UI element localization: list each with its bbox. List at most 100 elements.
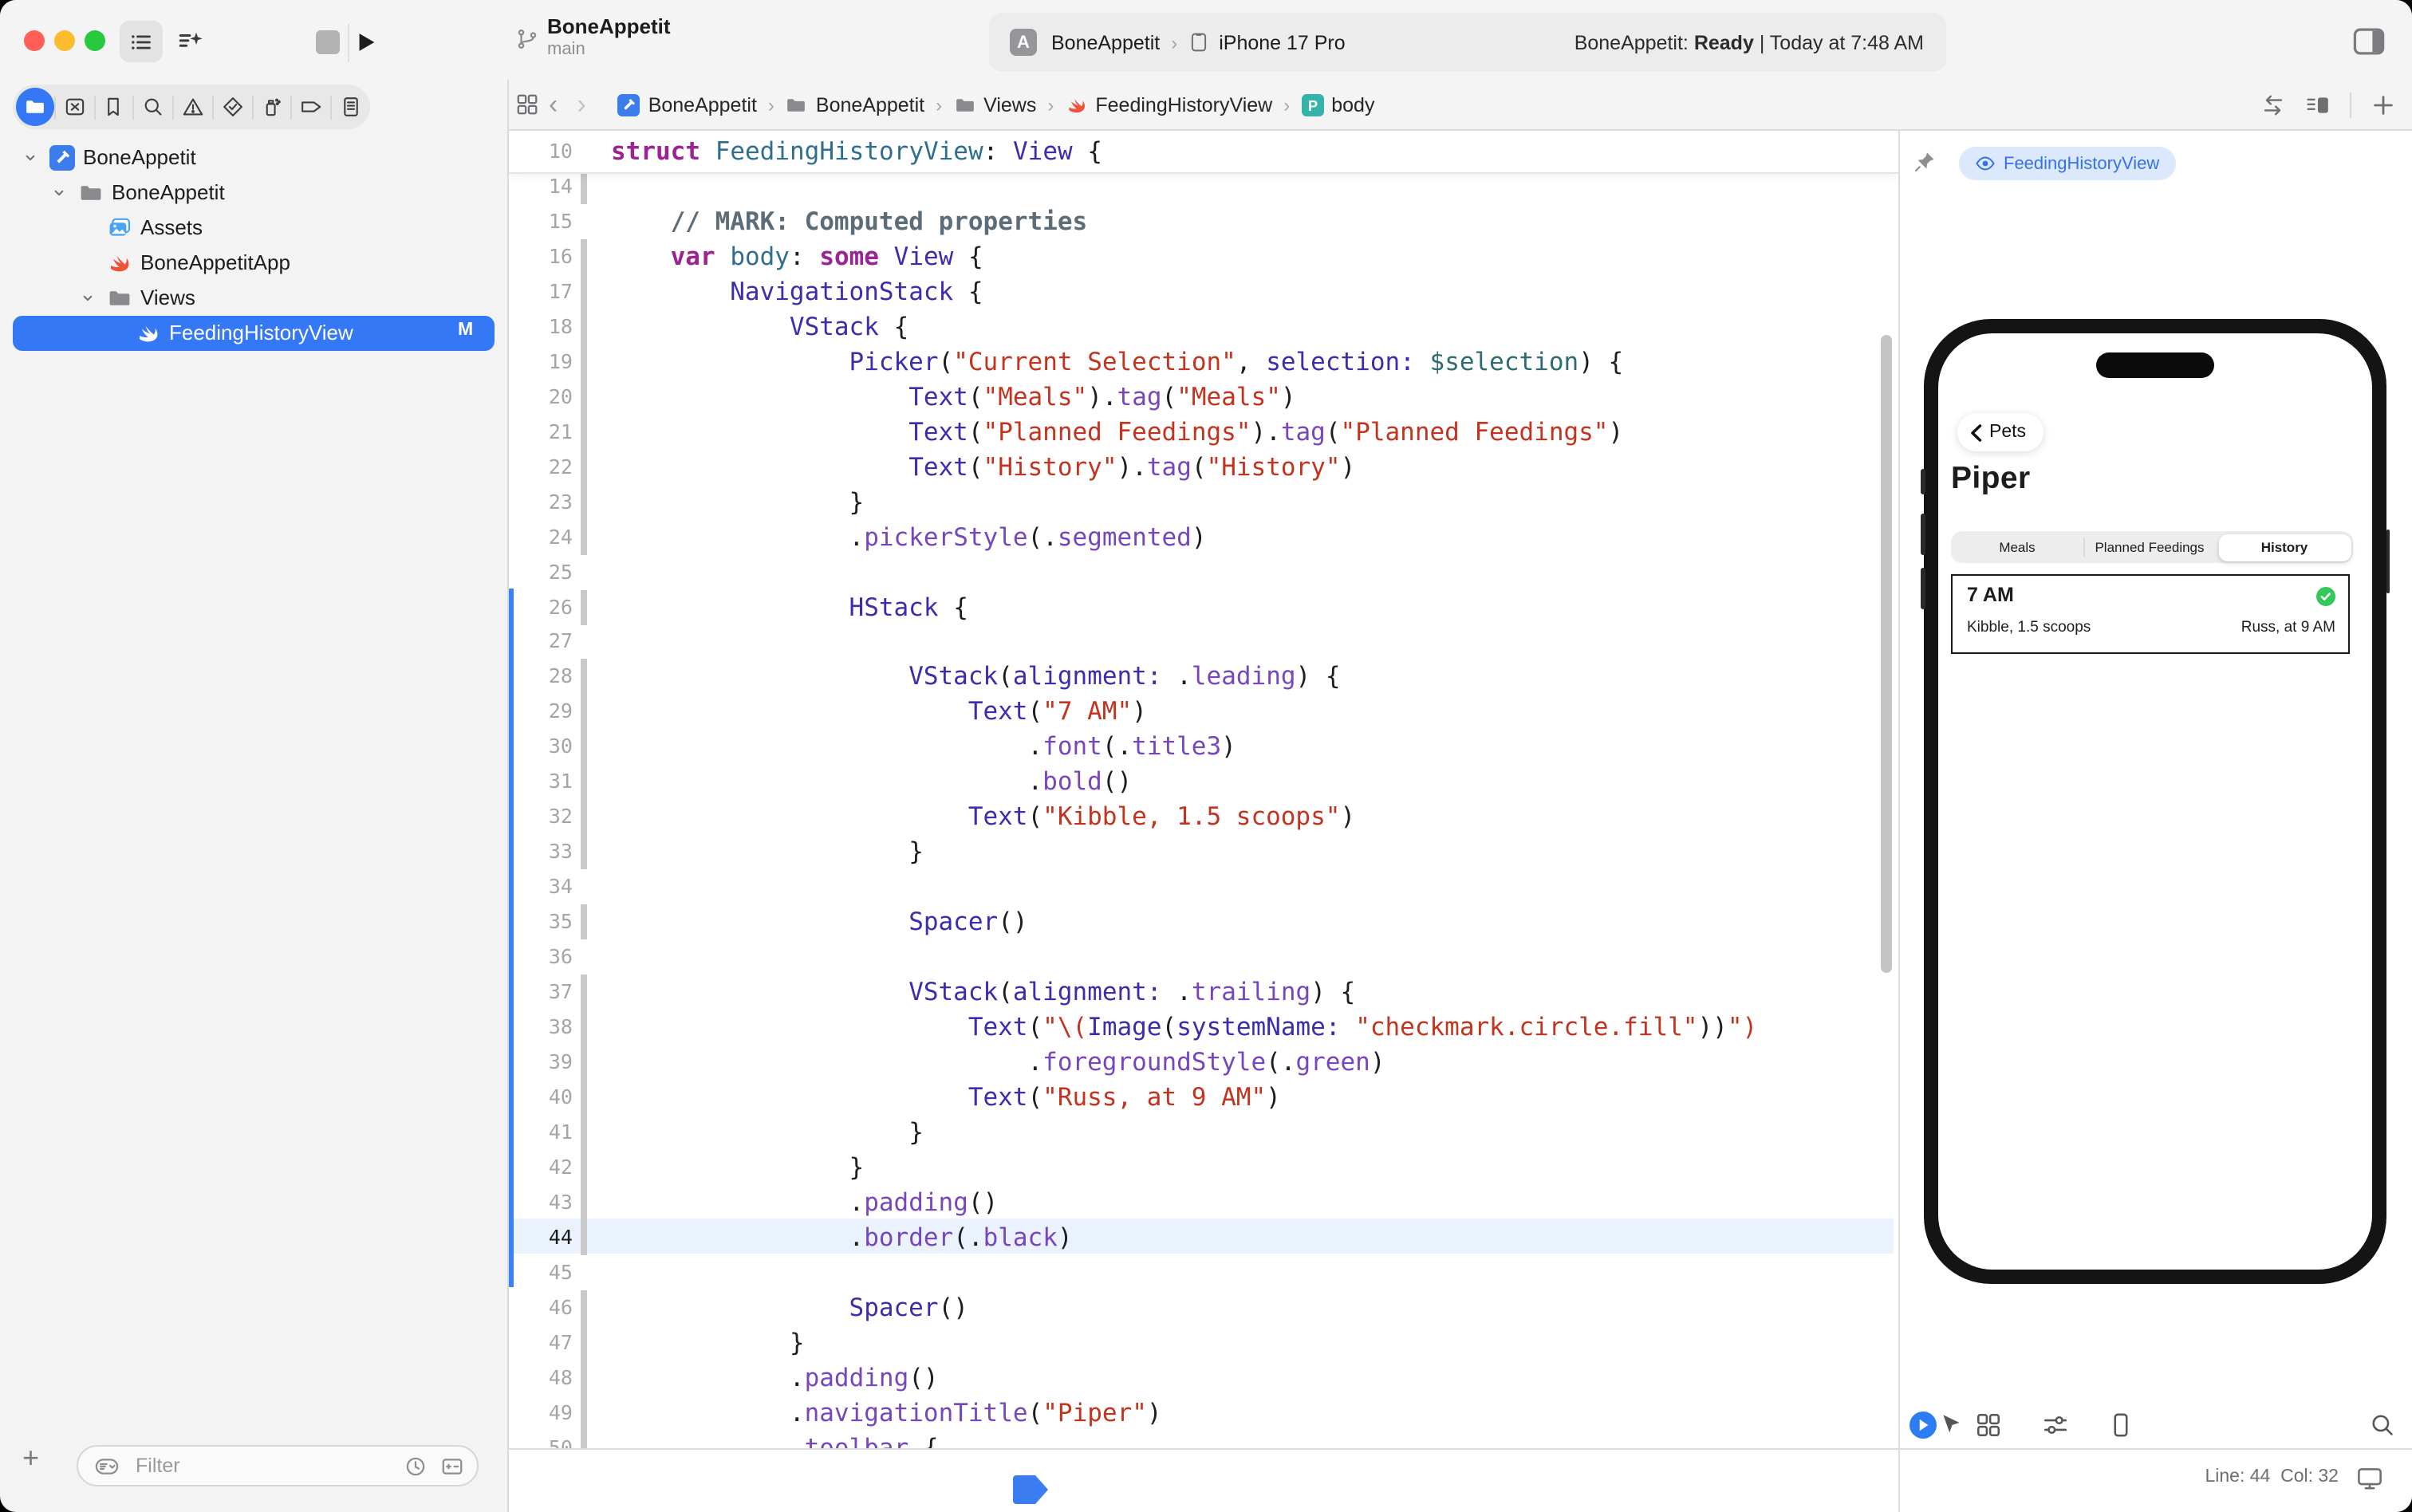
sidebar-item-assets[interactable]: Assets <box>0 211 507 246</box>
line-number[interactable]: 21 <box>509 414 573 449</box>
line-number[interactable]: 36 <box>509 939 573 975</box>
segment-history[interactable]: History <box>2218 534 2351 561</box>
line-number[interactable]: 40 <box>509 1080 573 1115</box>
display-icon[interactable] <box>2356 1464 2383 1491</box>
line-number[interactable]: 17 <box>509 274 573 309</box>
code-line[interactable]: 15// MARK: Computed properties <box>509 204 1898 239</box>
feeding-history-card[interactable]: 7 AM Kibble, 1.5 scoops Russ, at 9 AM <box>1951 574 2350 654</box>
line-number[interactable]: 31 <box>509 765 573 800</box>
code-line[interactable]: 48.padding() <box>509 1360 1898 1395</box>
code-line[interactable]: 27 <box>509 624 1898 660</box>
preview-screen[interactable]: Pets Piper MealsPlanned FeedingsHistory … <box>1938 333 2372 1270</box>
code-line[interactable]: 38Text("\(Image(systemName: "checkmark.c… <box>509 1010 1898 1045</box>
breadcrumb-boneappetit[interactable]: BoneAppetit <box>618 93 757 116</box>
line-number[interactable]: 10 <box>509 134 573 169</box>
code-line[interactable]: 43.padding() <box>509 1185 1898 1220</box>
sourcecontrol-filter-icon[interactable] <box>440 1454 464 1478</box>
line-number[interactable]: 23 <box>509 484 573 519</box>
sticky-code-line[interactable]: 10struct FeedingHistoryView: View { <box>509 134 1898 169</box>
code-line[interactable]: 17NavigationStack { <box>509 274 1898 309</box>
play-circle-icon[interactable] <box>1910 1412 1937 1439</box>
line-number[interactable]: 34 <box>509 869 573 904</box>
line-number[interactable]: 41 <box>509 1115 573 1150</box>
line-number[interactable]: 42 <box>509 1150 573 1185</box>
code-line[interactable]: 35Spacer() <box>509 904 1898 939</box>
sidebar-item-views[interactable]: Views <box>0 281 507 316</box>
code-line[interactable]: 37VStack(alignment: .trailing) { <box>509 975 1898 1010</box>
code-line[interactable]: 29Text("7 AM") <box>509 695 1898 730</box>
line-number[interactable]: 32 <box>509 800 573 835</box>
code-line[interactable]: 32Text("Kibble, 1.5 scoops") <box>509 800 1898 835</box>
line-number[interactable]: 28 <box>509 660 573 695</box>
inspector-toggle-button[interactable] <box>2348 24 2390 59</box>
line-number[interactable]: 20 <box>509 380 573 415</box>
breakpoint-indicator[interactable] <box>1013 1475 1048 1504</box>
disclosure-chevron-icon[interactable] <box>80 290 96 306</box>
pin-preview-icon[interactable] <box>1913 150 1937 174</box>
back-button-pets[interactable]: Pets <box>1957 413 2044 451</box>
line-number[interactable]: 16 <box>509 239 573 274</box>
source-editor[interactable]: 1415// MARK: Computed properties16var bo… <box>509 131 1898 1512</box>
code-line[interactable]: 42} <box>509 1150 1898 1185</box>
line-number[interactable]: 18 <box>509 309 573 345</box>
line-number[interactable]: 50 <box>509 1430 573 1448</box>
related-items-icon[interactable] <box>515 93 539 116</box>
line-number[interactable]: 15 <box>509 204 573 239</box>
line-number[interactable]: 35 <box>509 904 573 939</box>
code-line[interactable]: 41} <box>509 1115 1898 1150</box>
sidebar-item-feedinghistoryview[interactable]: FeedingHistoryViewM <box>0 316 507 351</box>
line-number[interactable]: 30 <box>509 730 573 765</box>
line-number[interactable]: 38 <box>509 1010 573 1045</box>
scheme-destination-pill[interactable]: A BoneAppetit › iPhone 17 Pro BoneAppeti… <box>989 13 1946 72</box>
code-line[interactable]: 33} <box>509 834 1898 869</box>
segment-meals[interactable]: Meals <box>1951 531 2083 563</box>
code-line[interactable]: 36 <box>509 939 1898 975</box>
back-button[interactable]: ‹ <box>539 93 567 116</box>
line-number[interactable]: 43 <box>509 1185 573 1220</box>
code-line[interactable]: 21Text("Planned Feedings").tag("Planned … <box>509 414 1898 449</box>
filter-field[interactable]: Filter <box>77 1445 479 1486</box>
code-line[interactable]: 26HStack { <box>509 589 1898 624</box>
line-number[interactable]: 14 <box>509 169 573 204</box>
line-number[interactable]: 45 <box>509 1255 573 1290</box>
code-line[interactable]: 31.bold() <box>509 765 1898 800</box>
device-settings-sliders-icon[interactable] <box>2042 1412 2069 1439</box>
code-line[interactable]: 22Text("History").tag("History") <box>509 449 1898 484</box>
selection-cursor-icon[interactable] <box>1938 1412 1965 1439</box>
code-line[interactable]: 34 <box>509 869 1898 904</box>
code-line[interactable]: 46Spacer() <box>509 1290 1898 1325</box>
code-line[interactable]: 45 <box>509 1255 1898 1290</box>
code-line[interactable]: 44.border(.black) <box>509 1220 1898 1255</box>
add-editor-icon[interactable] <box>2371 92 2396 117</box>
code-line[interactable]: 28VStack(alignment: .leading) { <box>509 660 1898 695</box>
sidebar-item-boneappetit[interactable]: BoneAppetit <box>0 140 507 175</box>
code-line[interactable]: 39.foregroundStyle(.green) <box>509 1045 1898 1080</box>
segment-planned-feedings[interactable]: Planned Feedings <box>2083 531 2216 563</box>
disclosure-chevron-icon[interactable] <box>22 150 38 166</box>
preview-target-pill[interactable]: FeedingHistoryView <box>1959 147 2175 180</box>
editor-scrollbar[interactable] <box>1881 335 1892 973</box>
breadcrumb-views[interactable]: Views <box>953 93 1036 116</box>
code-line[interactable]: 18VStack { <box>509 309 1898 345</box>
line-number[interactable]: 24 <box>509 519 573 554</box>
zoom-magnifier-icon[interactable] <box>2369 1412 2396 1439</box>
code-line[interactable]: 19Picker("Current Selection", selection:… <box>509 345 1898 380</box>
code-line[interactable]: 30.font(.title3) <box>509 730 1898 765</box>
line-number[interactable]: 48 <box>509 1360 573 1395</box>
code-line[interactable]: 40Text("Russ, at 9 AM") <box>509 1080 1898 1115</box>
recent-files-icon[interactable] <box>404 1454 428 1478</box>
sidebar-item-boneappetit[interactable]: BoneAppetit <box>0 175 507 211</box>
device-icon[interactable] <box>2107 1412 2134 1439</box>
breadcrumb-boneappetit[interactable]: BoneAppetit <box>786 93 924 116</box>
code-line[interactable]: 49.navigationTitle("Piper") <box>509 1395 1898 1430</box>
code-line[interactable]: 47} <box>509 1325 1898 1360</box>
line-number[interactable]: 49 <box>509 1395 573 1430</box>
line-number[interactable]: 47 <box>509 1325 573 1360</box>
line-number[interactable]: 44 <box>509 1220 573 1255</box>
line-number[interactable]: 27 <box>509 624 573 660</box>
swap-editor-icon[interactable] <box>2260 92 2286 117</box>
variants-grid-icon[interactable] <box>1975 1412 2002 1439</box>
forward-button[interactable]: › <box>567 93 595 116</box>
code-line[interactable]: 24.pickerStyle(.segmented) <box>509 519 1898 554</box>
code-line[interactable]: 25 <box>509 554 1898 589</box>
